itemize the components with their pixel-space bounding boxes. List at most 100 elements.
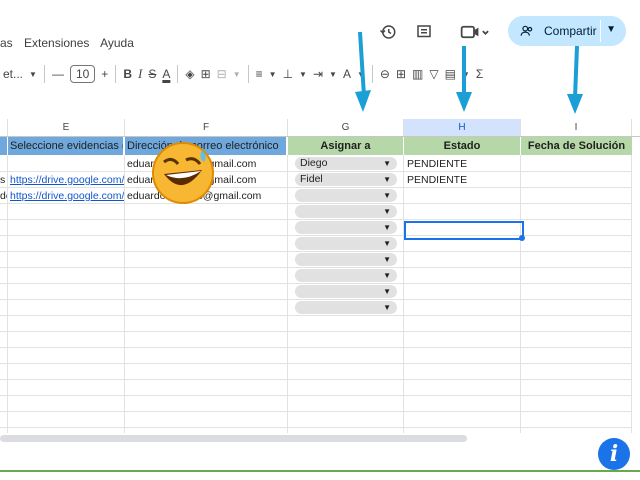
column-header-g[interactable]: G	[288, 119, 404, 136]
horizontal-align-icon[interactable]: ≡	[253, 63, 266, 85]
column-header-f[interactable]: F	[125, 119, 288, 136]
filter-icon[interactable]: ▽	[426, 63, 441, 85]
grid-line	[0, 299, 632, 300]
grid-line	[124, 155, 125, 433]
prev-column-cell[interactable]: de	[0, 188, 7, 204]
share-divider	[600, 20, 601, 42]
assign-dropdown[interactable]: ▼	[295, 205, 397, 218]
header-cell-d[interactable]	[0, 137, 8, 155]
vertical-align-icon[interactable]: ⊥	[280, 63, 296, 85]
info-icon[interactable]: i	[598, 438, 630, 470]
chevron-down-icon: ▼	[383, 287, 391, 296]
assign-dropdown[interactable]: Fidel ▼	[295, 173, 397, 186]
grid-line	[403, 155, 404, 433]
column-header-h[interactable]: H	[404, 119, 521, 136]
selected-cell[interactable]	[404, 221, 524, 240]
font-name-select[interactable]: et...	[0, 63, 26, 85]
comments-icon[interactable]	[412, 20, 436, 44]
grid-line	[0, 235, 632, 236]
status-cell[interactable]: PENDIENTE	[407, 172, 467, 188]
laughing-emoji-icon	[152, 142, 214, 204]
text-wrap-icon[interactable]: ⇥	[310, 63, 326, 85]
chevron-down-icon: ▼	[383, 271, 391, 280]
grid-line	[0, 427, 632, 428]
grid-line	[0, 251, 632, 252]
column-header-d[interactable]	[0, 119, 8, 136]
version-history-icon[interactable]	[376, 20, 400, 44]
merge-cells-icon[interactable]: ⊟	[214, 63, 230, 85]
chevron-down-icon: ▼	[383, 303, 391, 312]
grid-line	[287, 155, 288, 433]
menu-item-extensiones[interactable]: Extensiones	[24, 36, 89, 50]
assign-dropdown[interactable]: ▼	[295, 285, 397, 298]
font-size-input[interactable]: 10	[69, 65, 96, 83]
column-header-i[interactable]: I	[521, 119, 632, 136]
grid-line	[0, 379, 632, 380]
menu-item-formato[interactable]: as	[0, 36, 13, 50]
share-button[interactable]: Compartir ▼	[508, 16, 626, 46]
chevron-down-icon: ▼	[383, 207, 391, 216]
grid-line	[0, 395, 632, 396]
toolbar-divider	[115, 65, 117, 83]
merge-dropdown-icon[interactable]: ▼	[230, 63, 244, 85]
chevron-down-icon: ▼	[383, 191, 391, 200]
valign-dropdown-icon[interactable]: ▼	[296, 63, 310, 85]
insert-comment-icon[interactable]: ⊞	[393, 63, 409, 85]
wrap-dropdown-icon[interactable]: ▼	[326, 63, 340, 85]
meet-icon[interactable]	[456, 20, 492, 44]
fill-color-icon[interactable]: ◈	[182, 63, 197, 85]
grid-line	[7, 155, 8, 433]
assign-dropdown[interactable]: ▼	[295, 253, 397, 266]
chevron-down-icon: ▼	[383, 239, 391, 248]
grid-line	[520, 155, 521, 433]
grid-line	[631, 155, 632, 433]
evidence-link[interactable]: https://drive.google.com/	[10, 188, 124, 204]
grid-line	[0, 283, 632, 284]
grid-line	[0, 347, 632, 348]
assign-dropdown[interactable]: Diego ▼	[295, 157, 397, 170]
text-color-button[interactable]: A	[159, 63, 173, 85]
grid-line	[0, 411, 632, 412]
header-cell-fecha[interactable]: Fecha de Solución	[521, 137, 633, 155]
sheet-tab-accent	[0, 470, 640, 472]
fill-handle[interactable]	[519, 235, 525, 241]
assign-dropdown[interactable]: ▼	[295, 269, 397, 282]
menu-item-ayuda[interactable]: Ayuda	[100, 36, 134, 50]
strikethrough-button[interactable]: S	[145, 63, 159, 85]
font-dropdown-icon[interactable]: ▼	[26, 63, 40, 85]
arrow-down-icon	[355, 31, 371, 112]
assign-dropdown[interactable]: ▼	[295, 301, 397, 314]
align-dropdown-icon[interactable]: ▼	[266, 63, 280, 85]
horizontal-scrollbar[interactable]	[0, 435, 467, 442]
grid-line	[0, 363, 632, 364]
status-cell[interactable]: PENDIENTE	[407, 156, 467, 172]
chevron-down-icon: ▼	[383, 175, 391, 184]
chevron-down-icon: ▼	[383, 255, 391, 264]
borders-icon[interactable]: ⊞	[198, 63, 214, 85]
insert-link-icon[interactable]: ⊖	[377, 63, 393, 85]
evidence-link[interactable]: https://drive.google.com/	[10, 172, 124, 188]
italic-button[interactable]: I	[135, 63, 145, 85]
bold-button[interactable]: B	[120, 63, 135, 85]
header-cell-evidencias[interactable]: Seleccione evidencias (o	[8, 137, 124, 155]
header-cell-asignar[interactable]: Asignar a	[288, 137, 404, 155]
arrow-down-icon	[456, 46, 472, 112]
assign-dropdown[interactable]: ▼	[295, 189, 397, 202]
toolbar-divider	[247, 65, 249, 83]
column-headers: E F G H I	[0, 119, 640, 137]
share-dropdown-icon[interactable]: ▼	[606, 24, 616, 35]
column-header-e[interactable]: E	[8, 119, 125, 136]
people-icon	[520, 25, 533, 36]
assign-dropdown[interactable]: ▼	[295, 221, 397, 234]
arrow-down-icon	[567, 45, 583, 114]
decrease-font-button[interactable]: —	[49, 63, 67, 85]
assign-dropdown[interactable]: ▼	[295, 237, 397, 250]
chevron-down-icon: ▼	[383, 223, 391, 232]
header-cell-estado[interactable]: Estado	[404, 137, 521, 155]
toolbar-divider	[43, 65, 45, 83]
increase-font-button[interactable]: +	[98, 63, 111, 85]
grid-line	[0, 267, 632, 268]
prev-column-cell[interactable]: s	[0, 172, 7, 188]
insert-chart-icon[interactable]: ▥	[409, 63, 426, 85]
assign-value: Fidel	[300, 173, 323, 185]
